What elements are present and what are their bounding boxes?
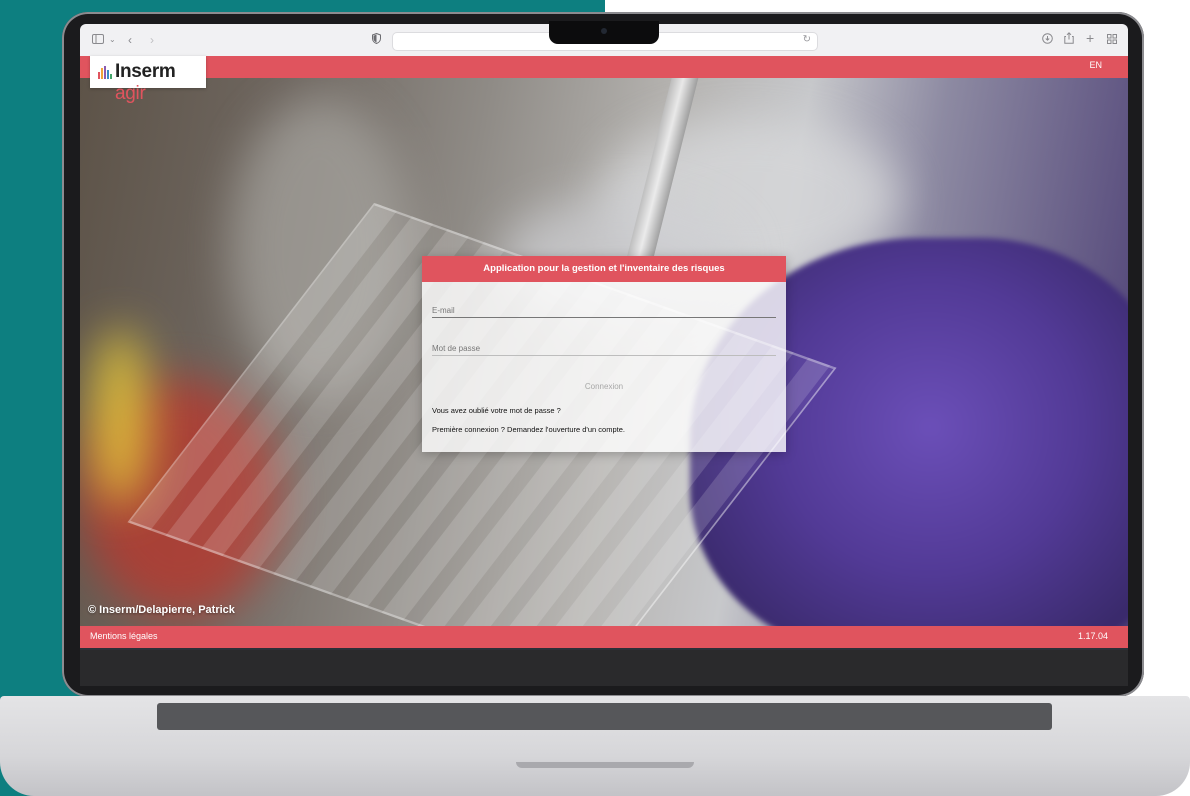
forward-icon[interactable]: ›	[150, 31, 154, 49]
logo-mark-icon	[98, 66, 112, 79]
back-icon[interactable]: ‹	[128, 31, 132, 49]
app-header	[80, 56, 1128, 78]
legal-notice-link[interactable]: Mentions légales	[90, 631, 158, 641]
forgot-password-link[interactable]: Vous avez oublié votre mot de passe ?	[432, 406, 561, 415]
download-icon[interactable]	[1042, 31, 1053, 49]
password-underline	[432, 355, 776, 356]
new-tab-icon[interactable]: +	[1086, 29, 1094, 47]
connexion-button[interactable]: Connexion	[562, 378, 646, 394]
keyboard	[157, 703, 1052, 730]
chevron-down-icon[interactable]: ⌄	[109, 31, 116, 49]
tab-overview-icon[interactable]	[1107, 31, 1117, 49]
login-card-title: Application pour la gestion et l'inventa…	[422, 256, 786, 282]
camera-notch	[549, 21, 659, 44]
logo-text: Inserm agir	[115, 61, 176, 104]
laptop-screen: ⌄ ‹ › ↻ + Inserm agir EN © Inserm/Delapi…	[80, 24, 1128, 650]
camera-icon	[601, 28, 607, 34]
screen-chin	[80, 650, 1128, 686]
shield-icon	[372, 31, 381, 49]
email-field-wrapper	[432, 300, 776, 319]
password-field-wrapper	[432, 338, 776, 357]
sidebar-icon[interactable]	[92, 31, 104, 49]
share-icon[interactable]	[1064, 31, 1074, 49]
email-underline	[432, 317, 776, 318]
version-label: 1.17.04	[1077, 631, 1108, 641]
trackpad-notch	[516, 762, 694, 768]
inserm-logo[interactable]: Inserm agir	[90, 56, 206, 104]
login-card: Application pour la gestion et l'inventa…	[422, 256, 786, 452]
request-account-link[interactable]: Première connexion ? Demandez l'ouvertur…	[432, 425, 625, 434]
app-footer: Mentions légales 1.17.04	[80, 626, 1128, 648]
photo-credit: © Inserm/Delapierre, Patrick	[88, 604, 235, 616]
reload-icon[interactable]: ↻	[803, 34, 811, 45]
language-switch-link[interactable]: EN	[1089, 60, 1102, 70]
